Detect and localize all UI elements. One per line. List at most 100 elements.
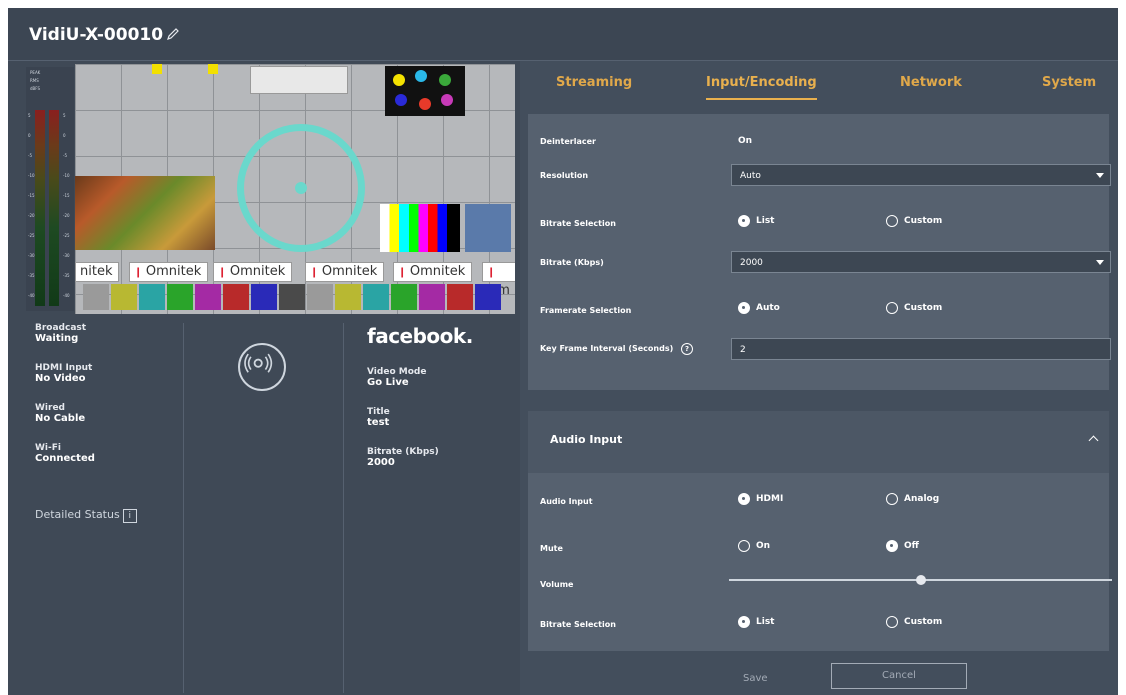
detailed-status-label: Detailed Status [35, 508, 120, 521]
hdmi-input-value: No Video [35, 373, 86, 384]
info-icon: i [122, 509, 137, 523]
detailed-status-link[interactable]: Detailed Status i [35, 508, 137, 523]
off-option: Off [904, 541, 919, 551]
radio-selected-icon [738, 493, 750, 505]
meter-tick-label: 5 [28, 113, 31, 118]
meter-tick-label: 0 [63, 133, 66, 138]
meter-label: PEAK [30, 70, 41, 75]
audio-bitrate-selection-label: Bitrate Selection [540, 620, 616, 629]
color-swatch [167, 284, 193, 310]
broadcast-label: Broadcast [35, 323, 87, 333]
mute-on-radio[interactable]: On [738, 540, 770, 552]
meter-tick-label: -20 [28, 213, 35, 218]
column-divider [343, 323, 344, 693]
volume-slider-knob[interactable] [915, 575, 926, 585]
broadcast-value: Waiting [35, 333, 79, 344]
audio-hdmi-radio[interactable]: HDMI [738, 493, 783, 505]
meter-tick-label: -20 [63, 213, 70, 218]
tab-network[interactable]: Network [900, 75, 962, 90]
broadcast-icon[interactable] [238, 343, 286, 391]
radio-selected-icon [738, 616, 750, 628]
meter-tick-label: -40 [28, 293, 35, 298]
custom-option: Custom [904, 617, 943, 627]
car-photo [465, 204, 511, 252]
color-swatch [419, 284, 445, 310]
list-label: List [756, 216, 775, 226]
mute-label: Mute [540, 544, 563, 553]
tab-input-encoding[interactable]: Input/Encoding [706, 75, 817, 100]
device-status: Broadcast Waiting HDMI Input No Video Wi… [35, 323, 95, 483]
bitrate-select-value: 2000 [740, 258, 763, 268]
help-icon[interactable]: ? [681, 343, 694, 355]
omnitek-label: ❙ Omnitek [213, 262, 293, 282]
audio-card: Audio Input HDMI Analog Mute On Off Volu… [528, 473, 1112, 651]
video-preview: nitek ❙ Omnitek ❙ Omnitek ❙ Omnitek ❙ Omnite… [75, 64, 515, 314]
deinterlacer-label: Deinterlacer [540, 137, 596, 146]
hdmi-input-label: HDMI Input [35, 363, 93, 373]
color-swatch [363, 284, 389, 310]
omnitek-label: ❙ Om [482, 262, 515, 298]
framerate-auto-radio[interactable]: Auto [738, 302, 780, 314]
framerate-custom-radio[interactable]: Custom [886, 302, 942, 314]
app-window: VidiU-X-00010 PEAK RMS dBFS 5 5 0 0 -5 -5 -10 -… [8, 8, 1118, 695]
meter-bar-left [35, 110, 45, 306]
edit-pencil-icon[interactable] [166, 26, 180, 40]
resolution-select[interactable]: Auto [731, 164, 1111, 186]
radio-unselected-icon [886, 493, 898, 505]
bitrate-select[interactable]: 2000 [731, 251, 1111, 273]
title-label: Title [367, 407, 390, 417]
cancel-button[interactable]: Cancel [831, 663, 967, 689]
color-swatch [195, 284, 221, 310]
chevron-down-icon [1096, 173, 1104, 178]
device-title: VidiU-X-00010 [29, 25, 164, 45]
omnitek-label: ❙ Omnitek [129, 262, 209, 282]
status-panel: PEAK RMS dBFS 5 5 0 0 -5 -5 -10 -10 -15 -15 -20 -20… [8, 61, 520, 695]
meter-tick-label: -30 [63, 253, 70, 258]
save-button[interactable]: Save [743, 673, 768, 684]
wired-label: Wired [35, 403, 65, 413]
framerate-selection-label: Framerate Selection [540, 306, 632, 315]
meter-bar-right [49, 110, 59, 306]
destination-status: Video Mode Go Live Title test Bitrate (K… [367, 367, 439, 487]
keyframe-interval-input[interactable]: 2 [731, 338, 1111, 360]
auto-label: Auto [756, 303, 780, 313]
audio-bitrate-custom-radio[interactable]: Custom [886, 616, 942, 628]
radio-selected-icon [738, 302, 750, 314]
meter-tick-label: -40 [63, 293, 70, 298]
resolution-label: Resolution [540, 171, 589, 180]
keyframe-text: Key Frame Interval (Seconds) [540, 344, 674, 353]
hdmi-option: HDMI [756, 494, 784, 504]
audio-bitrate-list-radio[interactable]: List [738, 616, 774, 628]
color-swatch [447, 284, 473, 310]
meter-tick-label: -5 [28, 153, 32, 158]
bitrate-custom-radio[interactable]: Custom [886, 215, 942, 227]
resolution-value: Auto [740, 171, 761, 181]
radio-unselected-icon [738, 540, 750, 552]
meter-tick-label: -5 [63, 153, 67, 158]
color-swatch [223, 284, 249, 310]
tab-system[interactable]: System [1042, 75, 1096, 90]
wired-value: No Cable [35, 413, 86, 424]
title-value: test [367, 417, 390, 428]
radio-selected-icon [886, 540, 898, 552]
radio-selected-icon [738, 215, 750, 227]
video-mode-label: Video Mode [367, 367, 427, 377]
meter-tick-label: -35 [28, 273, 35, 278]
custom-label: Custom [904, 216, 943, 226]
audio-analog-radio[interactable]: Analog [886, 493, 939, 505]
settings-panel: Streaming Input/Encoding Network System … [520, 61, 1118, 695]
color-swatch [391, 284, 417, 310]
meter-tick-label: -25 [63, 233, 70, 238]
bitrate-list-radio[interactable]: List [738, 215, 774, 227]
audio-input-title: Audio Input [550, 433, 623, 446]
audio-input-header[interactable]: Audio Input [528, 411, 1109, 473]
meter-label: RMS [30, 78, 39, 83]
mute-off-radio[interactable]: Off [886, 540, 919, 552]
bitrate-kbps-label: Bitrate (Kbps) [540, 258, 604, 267]
color-swatch [111, 284, 137, 310]
tab-streaming[interactable]: Streaming [556, 75, 632, 90]
bitrate-label: Bitrate (Kbps) [367, 447, 439, 457]
radio-unselected-icon [886, 302, 898, 314]
meter-tick-label: 0 [28, 133, 31, 138]
volume-label: Volume [540, 580, 574, 589]
